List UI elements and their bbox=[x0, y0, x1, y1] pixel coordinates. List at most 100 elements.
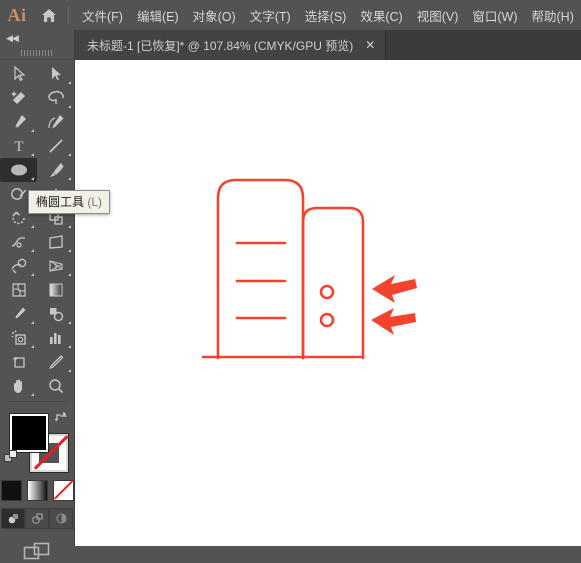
free-transform-icon bbox=[48, 235, 63, 249]
tool-eyedropper[interactable] bbox=[0, 302, 37, 326]
tool-blend[interactable] bbox=[37, 302, 74, 326]
magic-wand-icon bbox=[10, 91, 25, 104]
gradient-mode-button[interactable] bbox=[26, 480, 48, 501]
tool-group-indicator bbox=[68, 153, 71, 156]
draw-behind-icon bbox=[31, 513, 43, 524]
pen-icon bbox=[14, 115, 26, 129]
perspective-grid-icon bbox=[48, 260, 63, 272]
menu-item-help[interactable]: 帮助(H) bbox=[525, 2, 581, 29]
tool-group-indicator bbox=[68, 249, 71, 252]
line-segment-icon bbox=[48, 139, 63, 153]
tooltip-shortcut: (L) bbox=[87, 195, 103, 209]
tool-free-transform[interactable] bbox=[37, 230, 74, 254]
rotate-icon bbox=[11, 211, 25, 225]
tower-body-main bbox=[216, 178, 305, 360]
document-tab[interactable]: 未标题-1 [已恢复]* @ 107.84% (CMYK/GPU 预览) ✕ bbox=[75, 30, 387, 60]
gradient-icon bbox=[49, 283, 62, 297]
lasso-icon bbox=[47, 90, 64, 104]
tool-ellipse[interactable] bbox=[0, 158, 37, 182]
tooltip-label: 椭圆工具 bbox=[36, 195, 85, 209]
menu-item-select[interactable]: 选择(S) bbox=[298, 2, 354, 29]
tool-magic-wand[interactable] bbox=[0, 86, 37, 110]
tool-group-indicator bbox=[68, 81, 71, 84]
tool-zoom[interactable] bbox=[37, 374, 74, 398]
tool-pen[interactable] bbox=[0, 110, 37, 134]
document-tab-title: 未标题-1 [已恢复]* @ 107.84% (CMYK/GPU 预览) bbox=[87, 38, 354, 53]
annotation-arrow-top bbox=[372, 275, 417, 303]
tool-curvature[interactable] bbox=[37, 110, 74, 134]
tool-group-indicator bbox=[68, 369, 71, 372]
tool-mesh[interactable] bbox=[0, 278, 37, 302]
menu-item-type[interactable]: 文字(T) bbox=[243, 2, 298, 29]
fill-mode-buttons bbox=[0, 480, 74, 501]
tool-selection[interactable] bbox=[0, 62, 37, 86]
tool-line-segment[interactable] bbox=[37, 134, 74, 158]
draw-behind-button[interactable] bbox=[25, 508, 49, 529]
menu-item-view[interactable]: 视图(V) bbox=[410, 2, 466, 29]
tool-slice[interactable] bbox=[37, 350, 74, 374]
tool-perspective-grid[interactable] bbox=[37, 254, 74, 278]
tool-group-indicator bbox=[31, 153, 34, 156]
tool-paintbrush[interactable] bbox=[37, 158, 74, 182]
home-button[interactable] bbox=[34, 0, 64, 30]
change-screen-mode-button[interactable] bbox=[0, 541, 74, 563]
tool-hand[interactable] bbox=[0, 374, 37, 398]
menu-item-edit[interactable]: 编辑(E) bbox=[130, 2, 186, 29]
eyedropper-icon bbox=[13, 307, 25, 320]
tool-column-graph[interactable] bbox=[37, 326, 74, 350]
color-mode-button[interactable] bbox=[0, 480, 22, 501]
slice-knife-icon bbox=[48, 355, 63, 370]
panel-drag-grip[interactable] bbox=[0, 47, 74, 60]
tool-artboard[interactable] bbox=[0, 350, 37, 374]
tool-direct-selection[interactable] bbox=[37, 62, 74, 86]
close-icon[interactable]: ✕ bbox=[363, 39, 377, 51]
tool-shape-builder[interactable] bbox=[0, 254, 37, 278]
menu-item-effect[interactable]: 效果(C) bbox=[353, 2, 409, 29]
button-circle-bottom bbox=[319, 312, 335, 328]
tool-gradient[interactable] bbox=[37, 278, 74, 302]
draw-normal-button[interactable] bbox=[1, 508, 25, 529]
svg-text:T: T bbox=[14, 139, 23, 155]
direct-selection-arrow-icon bbox=[51, 67, 61, 81]
swap-fill-stroke-icon[interactable] bbox=[54, 410, 68, 429]
ellipse-icon bbox=[10, 164, 27, 176]
tower-body-side bbox=[301, 206, 365, 360]
tool-grid: T bbox=[0, 60, 74, 398]
ai-logo: Ai bbox=[7, 4, 27, 25]
default-fill-stroke-icon[interactable] bbox=[4, 450, 19, 470]
none-slash bbox=[53, 480, 73, 500]
tool-group-indicator bbox=[31, 393, 34, 396]
collapse-panel-button[interactable]: ◀◀ bbox=[0, 30, 74, 47]
hand-icon bbox=[13, 379, 22, 393]
fill-stroke-controls bbox=[0, 406, 74, 478]
tools-panel: ◀◀ T bbox=[0, 30, 75, 560]
menu-item-object[interactable]: 对象(O) bbox=[186, 2, 243, 29]
menu-item-file[interactable]: 文件(F) bbox=[75, 2, 130, 29]
tool-group-indicator bbox=[31, 249, 34, 252]
tool-type[interactable]: T bbox=[0, 134, 37, 158]
draw-normal-icon bbox=[8, 514, 18, 524]
paintbrush-icon bbox=[49, 163, 63, 177]
menu-item-window[interactable]: 窗口(W) bbox=[465, 2, 524, 29]
column-graph-icon bbox=[49, 333, 61, 344]
tool-symbol-sprayer[interactable] bbox=[0, 326, 37, 350]
tool-group-indicator bbox=[31, 345, 34, 348]
tool-width[interactable] bbox=[0, 230, 37, 254]
shape-builder-icon bbox=[10, 258, 26, 274]
shaper-icon bbox=[10, 188, 26, 200]
none-mode-button[interactable] bbox=[52, 480, 74, 501]
fill-swatch[interactable] bbox=[9, 413, 49, 453]
tool-group-indicator bbox=[68, 105, 71, 108]
tool-lasso[interactable] bbox=[37, 86, 74, 110]
artboard-canvas[interactable] bbox=[75, 60, 581, 546]
tool-group-indicator bbox=[31, 129, 34, 132]
draw-inside-button[interactable] bbox=[49, 508, 73, 529]
button-circle-top bbox=[319, 284, 335, 300]
tool-group-indicator bbox=[68, 177, 71, 180]
mesh-icon bbox=[11, 283, 26, 297]
screen-mode-icon bbox=[23, 542, 50, 560]
draw-inside-icon bbox=[55, 513, 67, 524]
tool-group-indicator bbox=[68, 345, 71, 348]
curvature-icon bbox=[47, 115, 63, 129]
zoom-magnifier-icon bbox=[48, 379, 63, 394]
